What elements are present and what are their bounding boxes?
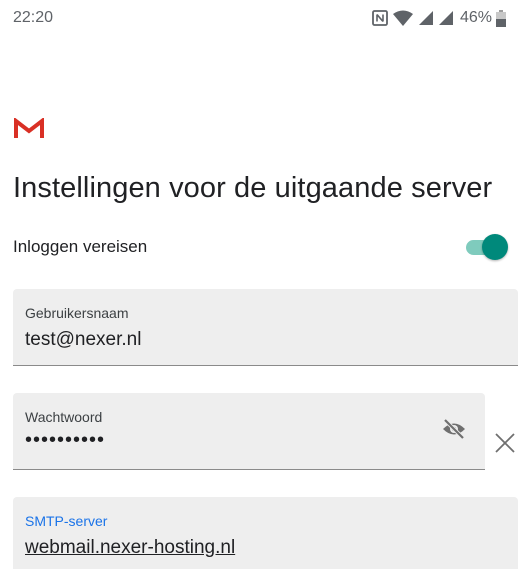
login-required-switch[interactable] [466, 234, 508, 260]
status-icons: 46% [372, 9, 506, 27]
password-label: Wachtwoord [25, 409, 103, 425]
status-bar: 22:20 46% [0, 0, 518, 40]
login-required-label: Inloggen vereisen [13, 237, 148, 256]
gmail-logo-icon [14, 116, 44, 145]
switch-thumb [482, 234, 508, 260]
battery-percentage: 46% [459, 9, 492, 26]
username-value[interactable]: test@nexer.nl [25, 329, 141, 351]
field-underline [13, 469, 485, 470]
wifi-icon [392, 9, 414, 27]
username-label: Gebruikersnaam [25, 305, 129, 321]
eye-off-icon[interactable] [441, 418, 467, 445]
smtp-server-label: SMTP-server [25, 513, 108, 529]
close-icon[interactable] [494, 432, 516, 459]
smtp-server-value[interactable]: webmail.nexer-hosting.nl [25, 537, 235, 559]
page-title: Instellingen voor de uitgaande server [13, 172, 493, 204]
signal-icon [418, 10, 434, 26]
username-field[interactable]: Gebruikersnaam test@nexer.nl [13, 289, 518, 366]
password-field[interactable]: Wachtwoord •••••••••• [13, 393, 485, 470]
login-required-row[interactable]: Inloggen vereisen [13, 232, 518, 262]
battery-icon [496, 9, 506, 27]
field-underline [13, 365, 518, 366]
smtp-server-field[interactable]: SMTP-server webmail.nexer-hosting.nl [13, 497, 518, 569]
nfc-icon [372, 10, 388, 26]
status-time: 22:20 [13, 9, 54, 26]
password-value[interactable]: •••••••••• [25, 429, 105, 452]
signal-icon-2 [438, 10, 454, 26]
